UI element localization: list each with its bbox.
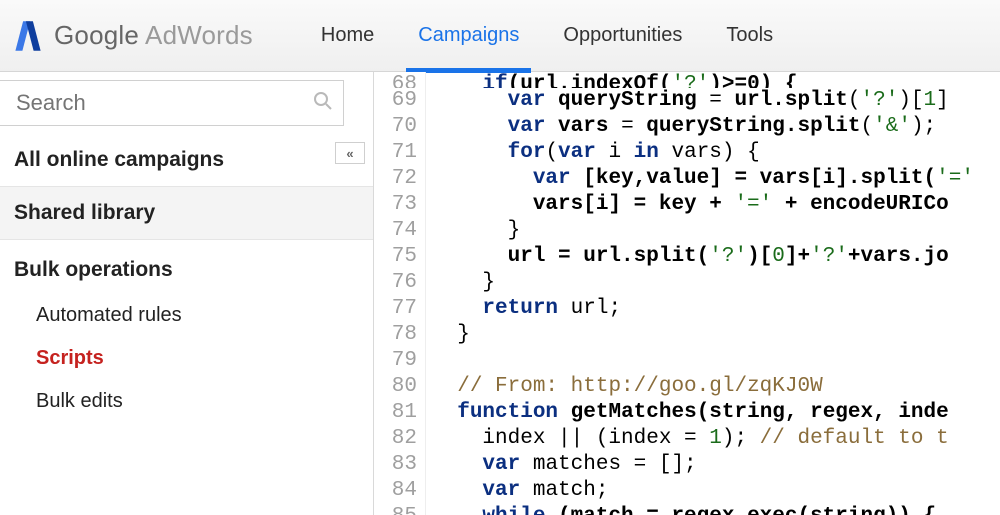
sidebar-sub-scripts[interactable]: Scripts [0,337,373,380]
sidebar-section-bulk: Bulk operations [0,240,373,294]
sidebar-sub-bulk-edits[interactable]: Bulk edits [0,380,373,423]
sidebar-item-label: Shared library [14,201,155,224]
code-line[interactable] [432,348,1000,374]
top-nav: Home Campaigns Opportunities Tools [299,0,795,72]
code-line[interactable]: index || (index = 1); // default to t [432,426,1000,452]
line-number: 70 [374,114,417,140]
line-number: 80 [374,374,417,400]
line-number: 85 [374,504,417,515]
code-line[interactable]: for(var i in vars) { [432,140,1000,166]
editor-code[interactable]: if(url.indexOf('?')>=0) { var queryStrin… [426,72,1000,515]
app-header: Google AdWords Home Campaigns Opportunit… [0,0,1000,72]
search-box[interactable] [0,80,344,126]
code-line[interactable]: } [432,322,1000,348]
sidebar: All online campaigns « Shared library Bu… [0,72,374,515]
sidebar-sub-automated-rules[interactable]: Automated rules [0,294,373,337]
line-number: 77 [374,296,417,322]
line-number: 79 [374,348,417,374]
line-number: 72 [374,166,417,192]
code-line[interactable]: } [432,270,1000,296]
line-number: 83 [374,452,417,478]
line-number: 82 [374,426,417,452]
logo-text: Google AdWords [54,20,253,51]
chevron-double-left-icon: « [346,146,353,161]
code-line[interactable]: var match; [432,478,1000,504]
logo-google: Google [54,20,139,50]
code-line[interactable]: var matches = []; [432,452,1000,478]
line-number: 78 [374,322,417,348]
code-line[interactable]: if(url.indexOf('?')>=0) { [432,72,1000,88]
line-number: 75 [374,244,417,270]
line-number: 76 [374,270,417,296]
search-icon [313,91,333,116]
logo[interactable]: Google AdWords [14,18,253,54]
line-number: 74 [374,218,417,244]
nav-tools[interactable]: Tools [704,0,795,72]
sidebar-item-all-campaigns[interactable]: All online campaigns « [0,134,373,187]
code-editor[interactable]: 686970717273747576777879808182838485 if(… [374,72,1000,515]
line-number: 68 [374,72,417,88]
line-number: 84 [374,478,417,504]
nav-campaigns[interactable]: Campaigns [396,0,541,72]
code-line[interactable]: function getMatches(string, regex, inde [432,400,1000,426]
code-line[interactable]: return url; [432,296,1000,322]
editor-gutter: 686970717273747576777879808182838485 [374,72,426,515]
code-line[interactable]: while (match = regex.exec(string)) { [432,504,1000,515]
line-number: 71 [374,140,417,166]
sidebar-item-shared-library[interactable]: Shared library [0,187,373,240]
code-line[interactable]: } [432,218,1000,244]
search-input[interactable] [16,90,313,116]
code-line[interactable]: vars[i] = key + '=' + encodeURICo [432,192,1000,218]
code-line[interactable]: var [key,value] = vars[i].split('=' [432,166,1000,192]
code-line[interactable]: // From: http://goo.gl/zqKJ0W [432,374,1000,400]
code-line[interactable]: url = url.split('?')[0]+'?'+vars.jo [432,244,1000,270]
code-line[interactable]: var vars = queryString.split('&'); [432,114,1000,140]
nav-opportunities[interactable]: Opportunities [541,0,704,72]
nav-home[interactable]: Home [299,0,396,72]
body: All online campaigns « Shared library Bu… [0,72,1000,515]
adwords-logo-icon [14,18,42,54]
logo-product: AdWords [139,20,253,50]
collapse-sidebar-button[interactable]: « [335,142,365,164]
line-number: 73 [374,192,417,218]
sidebar-item-label: All online campaigns [14,148,224,171]
code-line[interactable]: var queryString = url.split('?')[1] [432,88,1000,114]
line-number: 81 [374,400,417,426]
search-wrap [0,72,373,134]
line-number: 69 [374,88,417,114]
